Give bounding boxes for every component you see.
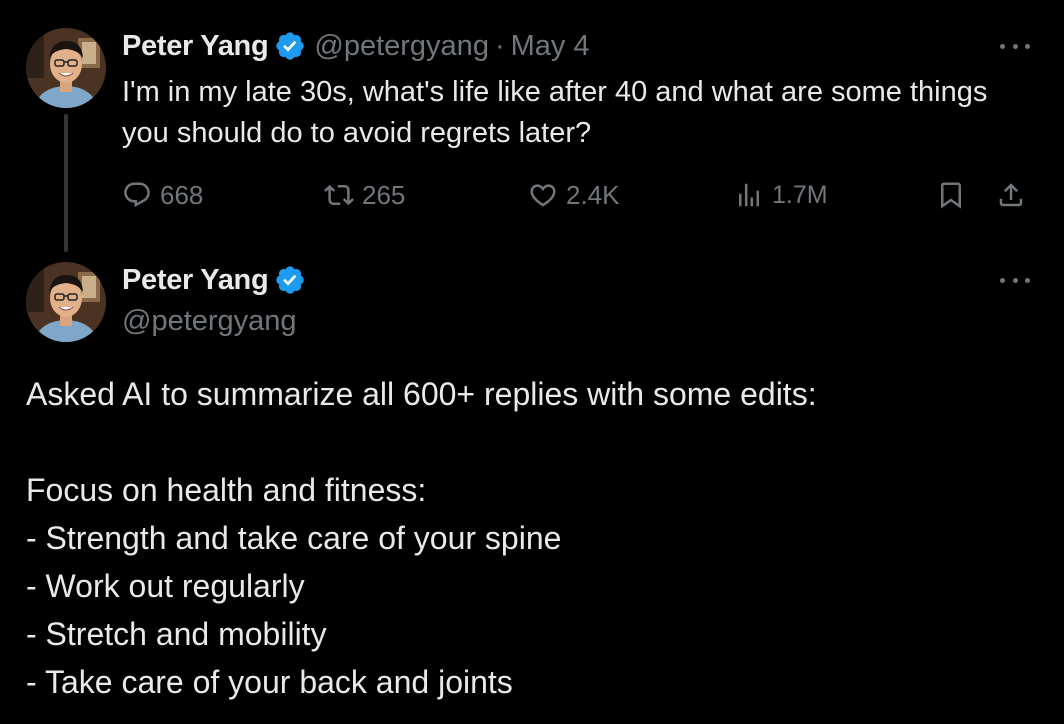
verified-badge-icon[interactable] (274, 30, 306, 62)
tweet-header: Peter Yang (122, 262, 306, 298)
like-count: 2.4K (566, 179, 620, 210)
display-name[interactable]: Peter Yang (122, 262, 269, 298)
retweet-button[interactable]: 265 (324, 174, 405, 216)
avatar[interactable] (26, 28, 106, 108)
handle[interactable]: @petergyang (314, 28, 489, 64)
heart-icon (530, 184, 556, 207)
views-count: 1.7M (772, 180, 828, 209)
retweet-count: 265 (362, 179, 406, 210)
bookmark-button[interactable] (936, 174, 966, 216)
list-item: - Strength and take care of your spine (26, 520, 562, 556)
more-horizontal-icon[interactable] (1000, 41, 1030, 51)
tweet-actions-bar: 668 265 2.4K 1.7M (0, 174, 1064, 216)
reply-count: 668 (160, 179, 204, 210)
section-title: Focus on health and fitness: (26, 472, 427, 508)
views-icon (739, 183, 759, 207)
verified-badge-icon[interactable] (274, 264, 306, 296)
avatar-photo (26, 262, 106, 342)
like-button[interactable]: 2.4K (528, 174, 620, 216)
share-button[interactable] (996, 174, 1026, 216)
reply-icon (124, 182, 150, 208)
tweet-intro: Asked AI to summarize all 600+ replies w… (26, 376, 817, 412)
avatar-photo (26, 28, 106, 108)
retweet-icon (324, 184, 354, 206)
views-button[interactable]: 1.7M (734, 174, 828, 216)
handle[interactable]: @petergyang (122, 303, 297, 339)
bookmark-icon (941, 182, 961, 209)
tweet-header: Peter Yang @petergyang · May 4 (122, 28, 590, 64)
list-item: - Take care of your back and joints (26, 664, 513, 700)
separator-dot: · (494, 30, 505, 62)
list-item: - Work out regularly (26, 568, 305, 604)
tweet-text: I'm in my late 30s, what's life like aft… (122, 76, 988, 149)
timestamp[interactable]: May 4 (511, 28, 590, 64)
avatar[interactable] (26, 262, 106, 342)
reply-button[interactable]: 668 (122, 174, 203, 216)
share-icon (999, 183, 1023, 207)
more-horizontal-icon[interactable] (1000, 275, 1030, 285)
tweet-text: Asked AI to summarize all 600+ replies w… (26, 370, 1036, 706)
display-name[interactable]: Peter Yang (122, 28, 269, 64)
list-item: - Stretch and mobility (26, 616, 327, 652)
